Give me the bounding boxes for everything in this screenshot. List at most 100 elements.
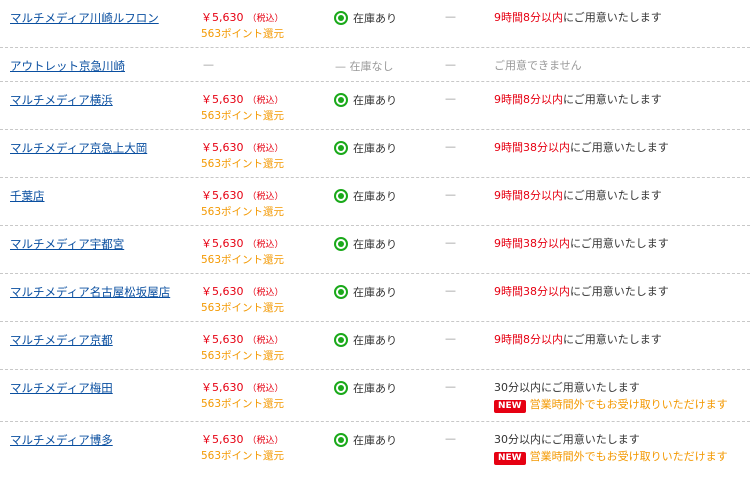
tax-label: （税込） xyxy=(247,336,284,346)
price-block: ￥5,630 （税込） 563ポイント還元 xyxy=(201,284,284,316)
points: 563ポイント還元 xyxy=(201,450,285,462)
empty-dash: — xyxy=(445,140,456,153)
empty-dash: — xyxy=(445,236,456,249)
stock-status: 在庫あり xyxy=(334,284,397,300)
stock-label: 在庫あり xyxy=(353,334,397,347)
price-value: ￥5,630 xyxy=(201,333,244,346)
delivery-info: 9時間8分以内にご用意いたします xyxy=(494,10,662,25)
delivery-time: 9時間8分以内 xyxy=(494,189,563,202)
price: ￥5,630 （税込） xyxy=(201,432,284,449)
stock-label: 在庫なし xyxy=(349,60,394,73)
store-link[interactable]: 千葉店 xyxy=(10,188,45,204)
delivery-text: 30分以内にご用意いたします xyxy=(494,433,640,446)
delivery-info: ご用意できません xyxy=(494,58,582,73)
new-notice-text: 営業時間外でもお受け取りいただけます xyxy=(529,450,728,463)
store-link[interactable]: アウトレット京急川崎 xyxy=(10,58,125,74)
tax-label: （税込） xyxy=(247,436,284,446)
price-block: ￥5,630 （税込） 563ポイント還元 xyxy=(201,188,284,220)
price-value: ￥5,630 xyxy=(201,433,244,446)
stock-label: 在庫あり xyxy=(353,286,397,299)
points: 563ポイント還元 xyxy=(201,158,285,170)
tax-label: （税込） xyxy=(247,96,284,106)
table-row: マルチメディア京急上大岡 ￥5,630 （税込） 563ポイント還元 在庫あり —… xyxy=(0,130,750,178)
stock-status: 在庫あり xyxy=(334,140,397,156)
tax-label: （税込） xyxy=(247,144,284,154)
price: ￥5,630 （税込） xyxy=(201,10,284,27)
price-value: ￥5,630 xyxy=(201,11,244,24)
delivery-info: 9時間38分以内にご用意いたします xyxy=(494,284,669,299)
points: 563ポイント還元 xyxy=(201,28,285,40)
table-row: アウトレット京急川崎 — — 在庫なし — ご用意できません xyxy=(0,48,750,82)
store-link[interactable]: マルチメディア川崎ルフロン xyxy=(10,10,159,26)
store-link[interactable]: マルチメディア京急上大岡 xyxy=(10,140,147,156)
empty-dash: — xyxy=(445,58,456,71)
delivery-text: ご用意できません xyxy=(494,59,582,72)
price-block: ￥5,630 （税込） 563ポイント還元 xyxy=(201,92,284,124)
table-row: マルチメディア川崎ルフロン ￥5,630 （税込） 563ポイント還元 在庫あり … xyxy=(0,0,750,48)
delivery-text: にご用意いたします xyxy=(563,333,662,346)
points: 563ポイント還元 xyxy=(201,206,285,218)
tax-label: （税込） xyxy=(247,384,284,394)
points: 563ポイント還元 xyxy=(201,302,285,314)
price: ￥5,630 （税込） xyxy=(201,140,284,157)
empty-dash: — xyxy=(445,92,456,105)
delivery-text: にご用意いたします xyxy=(563,93,662,106)
points: 563ポイント還元 xyxy=(201,398,285,410)
delivery-time: 9時間38分以内 xyxy=(494,285,570,298)
stock-label: 在庫あり xyxy=(353,12,397,25)
circle-check-icon xyxy=(334,141,348,155)
table-row: 千葉店 ￥5,630 （税込） 563ポイント還元 在庫あり — 9時間8分以内に… xyxy=(0,178,750,226)
stock-dash: — xyxy=(335,60,346,73)
delivery-text: にご用意いたします xyxy=(563,189,662,202)
stock-status: 在庫あり xyxy=(334,188,397,204)
store-link[interactable]: マルチメディア横浜 xyxy=(10,92,113,108)
price-block: ￥5,630 （税込） 563ポイント還元 xyxy=(201,10,284,42)
price: ￥5,630 （税込） xyxy=(201,188,284,205)
stock-status: 在庫あり xyxy=(334,332,397,348)
delivery-text: にご用意いたします xyxy=(570,285,669,298)
price-block: ￥5,630 （税込） 563ポイント還元 xyxy=(201,380,284,412)
price-block: ￥5,630 （税込） 563ポイント還元 xyxy=(201,432,284,464)
stock-status: 在庫あり xyxy=(334,236,397,252)
new-badge: NEW xyxy=(494,400,526,413)
delivery-time: 9時間38分以内 xyxy=(494,141,570,154)
store-link[interactable]: マルチメディア博多 xyxy=(10,432,113,448)
store-link[interactable]: マルチメディア京都 xyxy=(10,332,113,348)
empty-dash: — xyxy=(445,432,456,445)
circle-check-icon xyxy=(334,433,348,447)
stock-status: 在庫あり xyxy=(334,432,397,448)
price-value: ￥5,630 xyxy=(201,93,244,106)
table-row: マルチメディア宇都宮 ￥5,630 （税込） 563ポイント還元 在庫あり — 9… xyxy=(0,226,750,274)
delivery-text: にご用意いたします xyxy=(570,141,669,154)
store-link[interactable]: マルチメディア宇都宮 xyxy=(10,236,124,252)
circle-check-icon xyxy=(334,93,348,107)
stock-status: 在庫あり xyxy=(334,10,397,26)
delivery-info: 9時間8分以内にご用意いたします xyxy=(494,332,662,347)
price: ￥5,630 （税込） xyxy=(201,236,284,253)
price-empty-dash: — xyxy=(203,58,214,71)
delivery-text: 30分以内にご用意いたします xyxy=(494,381,640,394)
delivery-info: 9時間38分以内にご用意いたします xyxy=(494,140,669,155)
price-block: ￥5,630 （税込） 563ポイント還元 xyxy=(201,140,284,172)
delivery-info: 9時間8分以内にご用意いたします xyxy=(494,188,662,203)
new-notice-text: 営業時間外でもお受け取りいただけます xyxy=(529,398,728,411)
new-notice: NEW 営業時間外でもお受け取りいただけます xyxy=(494,449,728,465)
empty-dash: — xyxy=(445,284,456,297)
store-link[interactable]: マルチメディア名古屋松坂屋店 xyxy=(10,284,170,300)
delivery-info: 9時間38分以内にご用意いたします xyxy=(494,236,669,251)
points: 563ポイント還元 xyxy=(201,254,285,266)
price-block: ￥5,630 （税込） 563ポイント還元 xyxy=(201,236,284,268)
price-value: ￥5,630 xyxy=(201,237,244,250)
stock-label: 在庫あり xyxy=(353,94,397,107)
store-link[interactable]: マルチメディア梅田 xyxy=(10,380,113,396)
delivery-time: 9時間8分以内 xyxy=(494,93,563,106)
circle-check-icon xyxy=(334,237,348,251)
delivery-text: にご用意いたします xyxy=(570,237,669,250)
table-row: マルチメディア博多 ￥5,630 （税込） 563ポイント還元 在庫あり — 30… xyxy=(0,422,750,474)
delivery-time: 9時間8分以内 xyxy=(494,333,563,346)
tax-label: （税込） xyxy=(247,14,284,24)
price: ￥5,630 （税込） xyxy=(201,380,284,397)
empty-dash: — xyxy=(445,332,456,345)
empty-dash: — xyxy=(445,188,456,201)
circle-check-icon xyxy=(334,333,348,347)
